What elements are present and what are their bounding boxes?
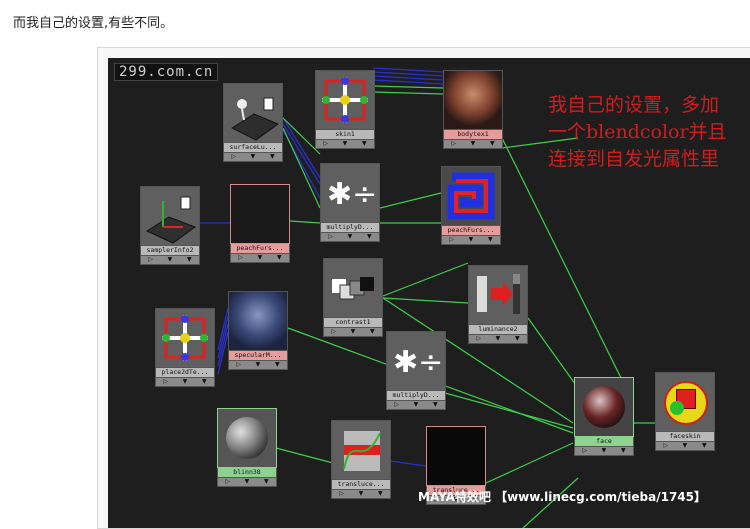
node-label: bodytex1 [443, 130, 503, 140]
node-luminance2[interactable]: luminance2 ▷ ▼ ▼ [468, 265, 528, 344]
node-peachfurs-1[interactable]: peachFurs... ▷ ▼ ▼ [230, 184, 290, 263]
place2d-icon [155, 308, 215, 368]
node-controls[interactable]: ▷ ▼ ▼ [230, 254, 290, 263]
node-blinn38[interactable]: blinn38 ▷ ▼ ▼ [217, 408, 277, 487]
watermark: 299.com.cn [114, 63, 219, 81]
node-controls[interactable]: ▷ ▼ ▼ [155, 378, 215, 387]
wire [372, 79, 444, 85]
wire [485, 442, 574, 484]
node-multiplydivide-2[interactable]: ✱÷ multiplyD... ▷ ▼ ▼ [386, 331, 446, 410]
node-face[interactable]: face ▷ ▼ ▼ [574, 377, 634, 456]
wire [275, 447, 334, 464]
node-label: surfaceLu... [223, 143, 283, 153]
wire [289, 220, 321, 224]
node-label: samplerInfo2 [140, 246, 200, 256]
credit-watermark: MAYA特效吧 【www.linecg.com/tieba/1745】 [418, 490, 707, 504]
surface-luminance-icon [223, 83, 283, 143]
node-label: luminance2 [468, 325, 528, 335]
node-multiplydivide-1[interactable]: ✱÷ multiplyD... ▷ ▼ ▼ [320, 163, 380, 242]
hypershade-canvas: 299.com.cn 我自己的设置，多加 一个blendcolor并且 连接到自… [108, 58, 750, 528]
node-controls[interactable]: ▷ ▼ ▼ [315, 140, 375, 149]
node-label: peachFurs... [441, 226, 501, 236]
contrast-icon [323, 258, 383, 318]
node-samplerinfo2[interactable]: samplerInfo2 ▷ ▼ ▼ [140, 186, 200, 265]
shading-group-icon [655, 372, 715, 432]
node-label: transluce... [331, 480, 391, 490]
node-faceskin[interactable]: faceskin ▷ ▼ ▼ [655, 372, 715, 451]
node-label: faceskin [655, 432, 715, 442]
annotation-note: 我自己的设置，多加 一个blendcolor并且 连接到自发光属性里 [548, 94, 727, 170]
node-bodytex1[interactable]: bodytex1 ▷ ▼ ▼ [443, 70, 503, 149]
wire [382, 297, 469, 304]
wire [389, 460, 427, 467]
wire [372, 67, 444, 73]
node-label: face [574, 437, 634, 447]
node-controls[interactable]: ▷ ▼ ▼ [140, 256, 200, 265]
caption: 而我自己的设置,有些不同。 [13, 16, 174, 31]
wire [372, 85, 444, 89]
node-label: peachFurs... [230, 244, 290, 254]
svg-text:✱÷: ✱÷ [327, 177, 377, 212]
wire [379, 192, 442, 209]
wire [372, 75, 444, 81]
ramp-curve-icon [331, 420, 391, 480]
node-controls[interactable]: ▷ ▼ ▼ [655, 442, 715, 451]
node-controls[interactable]: ▷ ▼ ▼ [443, 140, 503, 149]
node-label: skin1 [315, 130, 375, 140]
node-controls[interactable]: ▷ ▼ ▼ [468, 335, 528, 344]
place-manip-icon [315, 70, 375, 130]
node-skin1[interactable]: skin1 ▷ ▼ ▼ [315, 70, 375, 149]
node-controls[interactable]: ▷ ▼ ▼ [386, 401, 446, 410]
swirl-texture-icon [441, 166, 501, 226]
node-label: place2dTe... [155, 368, 215, 378]
node-controls[interactable]: ▷ ▼ ▼ [441, 236, 501, 245]
node-contrast1[interactable]: contrast1 ▷ ▼ ▼ [323, 258, 383, 337]
node-controls[interactable]: ▷ ▼ ▼ [323, 328, 383, 337]
luminance-icon [468, 265, 528, 325]
face-texture-icon [443, 70, 503, 130]
node-surfaceluminance[interactable]: surfaceLu... ▷ ▼ ▼ [223, 83, 283, 162]
node-controls[interactable]: ▷ ▼ ▼ [574, 447, 634, 456]
node-specular-map[interactable]: specularM... ▷ ▼ ▼ [228, 291, 288, 370]
node-label: multiplyD... [386, 391, 446, 401]
wire [372, 91, 444, 95]
specular-texture-icon [228, 291, 288, 351]
node-controls[interactable]: ▷ ▼ ▼ [217, 478, 277, 487]
face-shader-icon [574, 377, 634, 437]
black-swatch [426, 426, 486, 486]
node-controls[interactable]: ▷ ▼ ▼ [223, 153, 283, 162]
node-label: multiplyD... [320, 223, 380, 233]
node-label: contrast1 [323, 318, 383, 328]
multiply-divide-icon: ✱÷ [386, 331, 446, 391]
node-label: blinn38 [217, 468, 277, 478]
svg-text:✱÷: ✱÷ [393, 345, 443, 380]
node-controls[interactable]: ▷ ▼ ▼ [228, 361, 288, 370]
sampler-info-icon [140, 186, 200, 246]
node-label: specularM... [228, 351, 288, 361]
black-swatch [230, 184, 290, 244]
node-controls[interactable]: ▷ ▼ ▼ [320, 233, 380, 242]
node-controls[interactable]: ▷ ▼ ▼ [331, 490, 391, 499]
node-peachfurs-2[interactable]: peachFurs... ▷ ▼ ▼ [441, 166, 501, 245]
blinn-sphere-icon [217, 408, 277, 468]
node-translucence-1[interactable]: transluce... ▷ ▼ ▼ [331, 420, 391, 499]
node-place2dtexture[interactable]: place2dTe... ▷ ▼ ▼ [155, 308, 215, 387]
multiply-divide-icon: ✱÷ [320, 163, 380, 223]
wire [372, 71, 444, 77]
wire [501, 137, 627, 389]
wire [382, 262, 469, 297]
wire [527, 317, 579, 389]
